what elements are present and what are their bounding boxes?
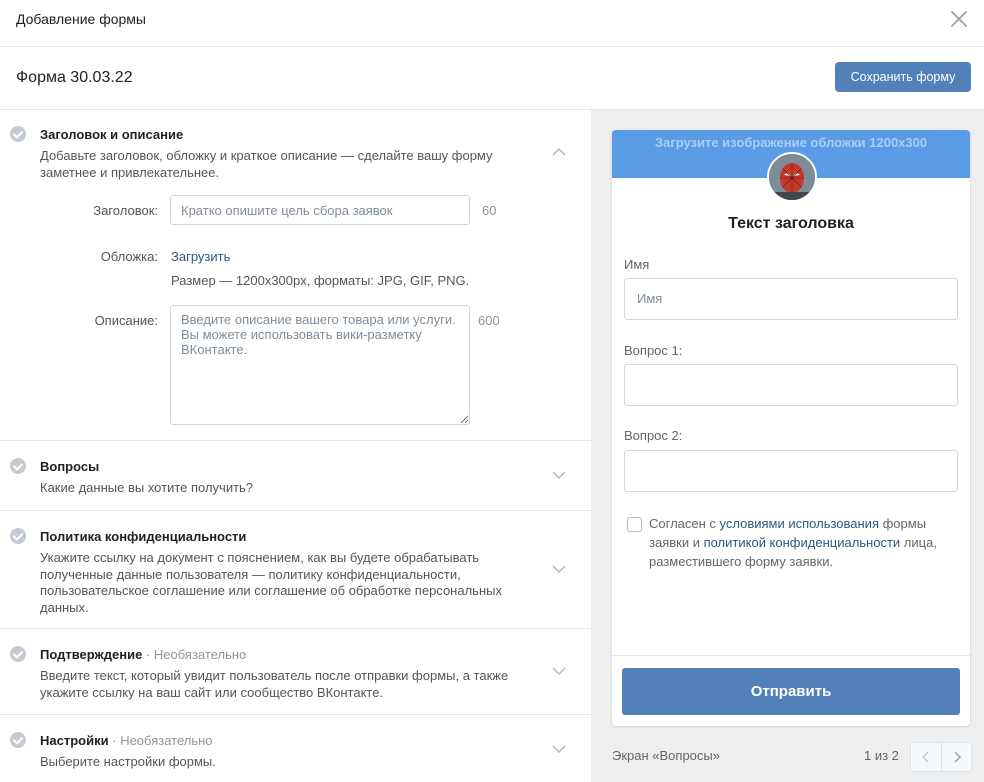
close-icon[interactable] — [950, 10, 968, 28]
section-description: Укажите ссылку на документ с пояснением,… — [40, 550, 502, 615]
check-icon — [10, 732, 26, 748]
chevron-up-icon[interactable] — [551, 147, 567, 157]
question-2-input[interactable] — [624, 450, 958, 492]
cover-hint: Размер — 1200x300px, форматы: JPG, GIF, … — [171, 273, 470, 288]
chevron-down-icon[interactable] — [551, 470, 567, 480]
chevron-down-icon[interactable] — [551, 744, 567, 754]
consent-checkbox[interactable] — [627, 517, 642, 532]
section-description: Выберите настройки формы. — [40, 754, 216, 769]
check-icon — [10, 646, 26, 662]
terms-link[interactable]: условиями использования — [720, 516, 879, 531]
save-form-button[interactable]: Сохранить форму — [835, 62, 971, 92]
chevron-down-icon[interactable] — [551, 564, 567, 574]
section-title[interactable]: Заголовок и описание — [40, 127, 183, 142]
name-input[interactable]: Имя — [624, 278, 958, 320]
form-name: Форма 30.03.22 — [16, 69, 133, 86]
section-description: Введите текст, который увидит пользовате… — [40, 668, 509, 700]
section-title: Настройки · Необязательно — [40, 733, 213, 748]
submit-button[interactable]: Отправить — [622, 668, 960, 715]
divider — [612, 655, 970, 656]
prev-page-button[interactable] — [911, 743, 941, 771]
section-title: Политика конфиденциальности — [40, 529, 247, 544]
optional-badge: Необязательно — [153, 647, 247, 662]
consent-text: Согласен с условиями использования формы… — [649, 514, 959, 571]
section-settings[interactable]: Настройки · Необязательно Выберите настр… — [0, 715, 591, 782]
page-count: 1 из 2 — [864, 748, 899, 763]
screen-label: Экран «Вопросы» — [612, 748, 720, 763]
section-description: Какие данные вы хотите получить? — [40, 480, 254, 495]
heading-counter: 60 — [482, 203, 497, 218]
modal-title: Добавление формы — [16, 11, 146, 27]
question-2-label: Вопрос 2: — [624, 428, 683, 443]
chevron-down-icon[interactable] — [551, 666, 567, 676]
description-counter: 600 — [478, 313, 500, 328]
modal-header: Добавление формы — [0, 0, 984, 47]
description-label: Описание: — [94, 313, 158, 328]
name-label: Имя — [624, 257, 650, 272]
section-title: Вопросы — [40, 459, 100, 474]
section-title-text: Настройки — [40, 733, 109, 748]
chevron-left-icon — [921, 751, 929, 763]
preview-title: Текст заголовка — [728, 215, 854, 232]
pager — [910, 742, 972, 772]
next-page-button[interactable] — [942, 743, 972, 771]
description-textarea[interactable] — [170, 305, 470, 425]
question-1-label: Вопрос 1: — [624, 343, 683, 358]
heading-input[interactable] — [170, 195, 470, 225]
question-1-input[interactable] — [624, 364, 958, 406]
form-preview-card: Загрузите изображение обложки 1200x300 Т… — [612, 130, 970, 726]
check-icon — [10, 126, 26, 142]
section-title-text: Подтверждение — [40, 647, 143, 662]
consent-text-1: Согласен с — [649, 516, 720, 531]
check-icon — [10, 458, 26, 474]
avatar — [767, 152, 817, 202]
chevron-right-icon — [954, 751, 962, 763]
preview-panel: Загрузите изображение обложки 1200x300 Т… — [591, 110, 984, 782]
upload-cover-link[interactable]: Загрузить — [171, 249, 230, 264]
section-heading-description: Заголовок и описание Добавьте заголовок,… — [0, 110, 591, 441]
section-questions[interactable]: Вопросы Какие данные вы хотите получить? — [0, 441, 591, 511]
form-bar: Форма 30.03.22 Сохранить форму — [0, 47, 984, 110]
cover-label: Обложка: — [100, 249, 158, 264]
optional-badge: Необязательно — [120, 733, 213, 748]
section-description: Добавьте заголовок, обложку и краткое оп… — [40, 148, 493, 180]
section-title: Подтверждение · Необязательно — [40, 647, 247, 662]
check-icon — [10, 528, 26, 544]
section-confirmation[interactable]: Подтверждение · Необязательно Введите те… — [0, 629, 591, 715]
heading-label: Заголовок: — [93, 203, 158, 218]
section-privacy-policy[interactable]: Политика конфиденциальности Укажите ссыл… — [0, 511, 591, 629]
privacy-link[interactable]: политикой конфиденциальности — [704, 535, 901, 550]
editor-panel: Заголовок и описание Добавьте заголовок,… — [0, 110, 591, 782]
